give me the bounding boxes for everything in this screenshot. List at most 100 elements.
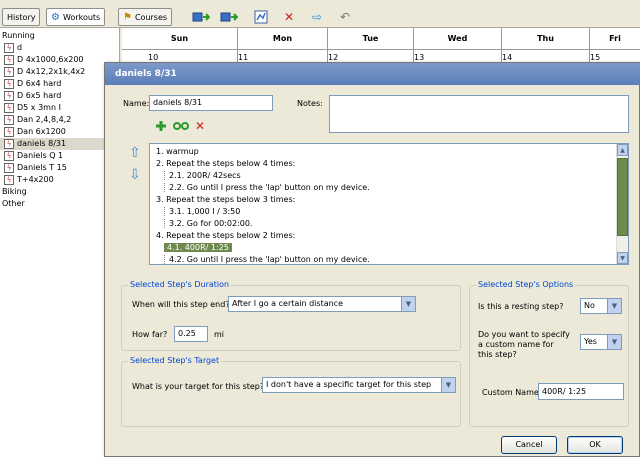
target-label: What is your target for this step? (132, 382, 265, 391)
steps-scrollbar[interactable]: ▲ ▼ (616, 144, 628, 264)
distance-unit-label: mi (214, 330, 225, 339)
send-to-device-icon[interactable] (192, 9, 210, 25)
new-workout-icon[interactable] (252, 9, 270, 25)
cancel-button[interactable]: Cancel (501, 436, 557, 454)
custom-name-label: Custom Name: (482, 388, 542, 397)
how-far-input[interactable]: 0.25 (174, 326, 208, 342)
step-item[interactable]: 3.1. 1,000 I / 3:50 (164, 207, 240, 216)
sidebar-item-label: daniels 8/31 (17, 139, 67, 148)
move-up-icon[interactable]: ⇧ (129, 145, 141, 161)
custom-name-select[interactable]: Yes ▼ (580, 334, 622, 350)
step-item[interactable]: 4. Repeat the steps below 2 times: (156, 231, 295, 240)
sidebar-item[interactable]: ϟD 6x4 hard (0, 78, 119, 90)
chevron-down-icon: ▼ (607, 335, 621, 349)
sidebar-item[interactable]: ϟD 4x12,2x1k,4x2 (0, 66, 119, 78)
step-item[interactable]: 2.2. Go until I press the 'lap' button o… (164, 183, 370, 192)
steps-list[interactable]: 1. warmup 2. Repeat the steps below 4 ti… (149, 143, 629, 265)
sidebar-item-label: D5 x 3mn I (17, 103, 61, 112)
workout-icon: ϟ (4, 55, 14, 65)
sidebar-item[interactable]: ϟ Daniels T 15 (0, 162, 119, 174)
delete-icon[interactable]: ✕ (280, 9, 298, 25)
sidebar-item-selected[interactable]: ϟ daniels 8/31 (0, 138, 119, 150)
chevron-down-icon: ▼ (607, 299, 621, 313)
delete-step-icon[interactable]: ✕ (195, 119, 205, 133)
scroll-up-arrow-icon[interactable]: ▲ (617, 144, 628, 156)
custom-name-input[interactable]: 400R/ 1:25 (538, 383, 624, 400)
scroll-down-arrow-icon[interactable]: ▼ (617, 252, 628, 264)
ok-button[interactable]: OK (567, 436, 623, 454)
target-group-title: Selected Step's Target (128, 356, 222, 365)
workout-tree: Running ϟd ϟD 4x1000,6x200 ϟD 4x12,2x1k,… (0, 28, 120, 457)
group-running[interactable]: Running (0, 30, 119, 42)
target-select[interactable]: I don't have a specific target for this … (262, 377, 456, 393)
custom-name-toggle-value: Yes (584, 337, 597, 346)
day-header-fri: Fri (590, 28, 640, 50)
workout-icon: ϟ (4, 43, 14, 53)
step-item[interactable]: 3.2. Go for 00:02:00. (164, 219, 252, 228)
chevron-down-icon: ▼ (441, 378, 455, 392)
day-header-mon: Mon (238, 28, 328, 50)
workouts-tab[interactable]: ⚙ Workouts (46, 8, 106, 26)
workout-icon: ϟ (4, 151, 14, 161)
history-tab[interactable]: History (2, 8, 41, 26)
move-down-icon[interactable]: ⇩ (129, 167, 141, 183)
group-other[interactable]: Other (0, 198, 119, 210)
sidebar-item[interactable]: ϟ Daniels Q 1 (0, 150, 119, 162)
day-header-thu: Thu (502, 28, 590, 50)
courses-tab-label: Courses (134, 12, 168, 22)
target-group: Selected Step's Target What is your targ… (121, 356, 461, 427)
sidebar-item[interactable]: ϟ D5 x 3mn I (0, 102, 119, 114)
step-item[interactable]: 3. Repeat the steps below 3 times: (156, 195, 295, 204)
chevron-down-icon: ▼ (401, 297, 415, 311)
sidebar-item[interactable]: ϟd (0, 42, 119, 54)
sidebar-item-label: D 6x5 hard (17, 91, 62, 100)
step-item[interactable]: 2. Repeat the steps below 4 times: (156, 159, 295, 168)
undo-icon[interactable]: ↶ (336, 9, 354, 25)
workout-icon: ϟ (4, 139, 14, 149)
sidebar-item-label: Dan 6x1200 (17, 127, 66, 136)
history-tab-label: History (7, 12, 36, 22)
name-input[interactable]: daniels 8/31 (149, 95, 273, 111)
workout-icon: ϟ (4, 103, 14, 113)
workout-icon: ϟ (4, 163, 14, 173)
add-step-icon[interactable] (155, 120, 167, 132)
target-value: I don't have a specific target for this … (266, 380, 432, 389)
sidebar-item[interactable]: ϟ T+4x200 (0, 174, 119, 186)
scroll-thumb[interactable] (617, 158, 628, 236)
add-repeat-icon[interactable] (173, 120, 189, 132)
sidebar-item[interactable]: ϟ Dan 2,4,8,4,2 (0, 114, 119, 126)
custom-name-question: Do you want to specify a custom name for… (478, 330, 570, 359)
workout-icon: ϟ (4, 79, 14, 89)
resting-value: No (584, 301, 595, 310)
courses-tab[interactable]: ⚑ Courses (118, 8, 173, 26)
workout-editor-dialog: daniels 8/31 Name: daniels 8/31 Notes: ✕… (104, 62, 640, 457)
name-label: Name: (123, 99, 150, 108)
resting-select[interactable]: No ▼ (580, 298, 622, 314)
workouts-tab-label: Workouts (62, 12, 101, 22)
group-biking[interactable]: Biking (0, 186, 119, 198)
options-group-title: Selected Step's Options (476, 280, 576, 289)
workout-icon: ϟ (4, 127, 14, 137)
options-group: Selected Step's Options Is this a restin… (469, 280, 629, 427)
workout-icon: ϟ (4, 115, 14, 125)
step-item[interactable]: 1. warmup (156, 147, 199, 156)
receive-from-device-icon[interactable] (220, 9, 238, 25)
how-far-label: How far? (132, 330, 168, 339)
dialog-title: daniels 8/31 (105, 63, 640, 85)
sidebar-item-label: D 4x12,2x1k,4x2 (17, 67, 86, 76)
step-item[interactable]: 4.2. Go until I press the 'lap' button o… (164, 255, 370, 264)
notes-input[interactable] (329, 95, 629, 133)
sidebar-item[interactable]: ϟ Dan 6x1200 (0, 126, 119, 138)
sidebar-item[interactable]: ϟD 6x5 hard (0, 90, 119, 102)
sidebar-item-label: Daniels T 15 (17, 163, 67, 172)
workout-icon: ϟ (4, 175, 14, 185)
forward-icon[interactable]: ⇨ (308, 9, 326, 25)
workouts-icon: ⚙ (51, 11, 60, 23)
duration-group-title: Selected Step's Duration (128, 280, 232, 289)
step-item-selected[interactable]: 4.1. 400R/ 1:25 (164, 243, 232, 252)
day-header-sun: Sun (122, 28, 238, 50)
sidebar-item[interactable]: ϟD 4x1000,6x200 (0, 54, 119, 66)
step-item[interactable]: 2.1. 200R/ 42secs (164, 171, 241, 180)
day-header-wed: Wed (414, 28, 502, 50)
end-condition-select[interactable]: After I go a certain distance ▼ (228, 296, 416, 312)
